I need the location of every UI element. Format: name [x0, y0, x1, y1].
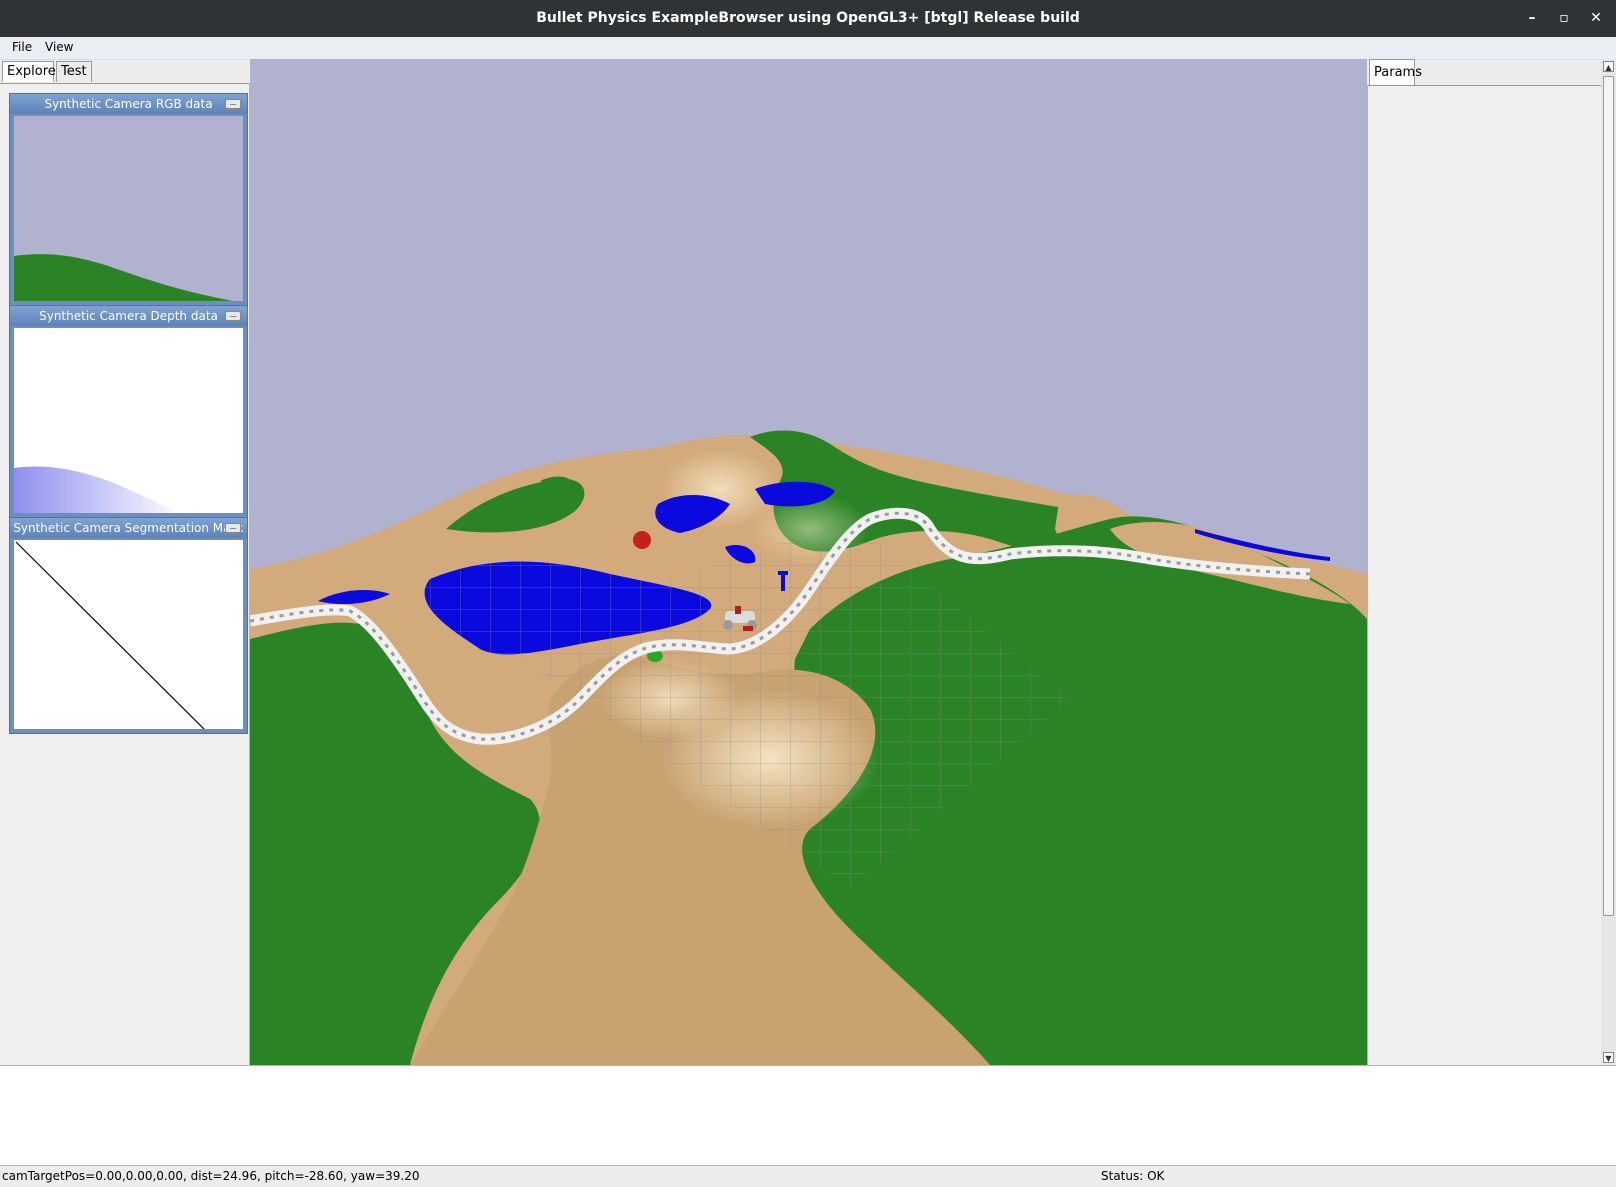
- camera-segmentation-window[interactable]: Synthetic Camera Segmentation Mask —: [9, 517, 248, 734]
- 3d-viewport[interactable]: [250, 59, 1367, 1065]
- minimize-button[interactable]: –: [1521, 8, 1543, 28]
- scroll-up-button[interactable]: ▲: [1603, 61, 1614, 72]
- params-panel: [1367, 85, 1601, 1066]
- menu-view[interactable]: View: [45, 40, 73, 54]
- camera-segmentation-image: [14, 540, 243, 729]
- camera-depth-image: [14, 328, 243, 513]
- camera-rgb-image: [14, 116, 243, 301]
- tab-params[interactable]: Params: [1369, 59, 1422, 86]
- maximize-button[interactable]: ▫: [1553, 8, 1575, 28]
- close-button[interactable]: ✕: [1585, 8, 1607, 28]
- window-title: Bullet Physics ExampleBrowser using Open…: [536, 10, 1080, 26]
- camera-info: camTargetPos=0.00,0.00,0.00, dist=24.96,…: [2, 1169, 420, 1183]
- camera-segmentation-collapse-button[interactable]: —: [225, 523, 241, 533]
- tab-explorer[interactable]: Explorer: [2, 61, 61, 82]
- camera-depth-collapse-button[interactable]: —: [225, 311, 241, 321]
- tab-test[interactable]: Test: [56, 61, 92, 82]
- camera-segmentation-title[interactable]: Synthetic Camera Segmentation Mask: [10, 518, 247, 538]
- vertical-scrollbar[interactable]: ▲ ▼: [1601, 59, 1616, 1065]
- console-output[interactable]: [0, 1065, 1616, 1166]
- scroll-thumb[interactable]: [1603, 76, 1614, 916]
- status-text: Status: OK: [1101, 1169, 1165, 1183]
- window-title-bar: Bullet Physics ExampleBrowser using Open…: [0, 0, 1616, 37]
- menu-bar: File View: [0, 37, 1616, 60]
- camera-depth-window[interactable]: Synthetic Camera Depth data —: [9, 305, 248, 518]
- camera-rgb-title[interactable]: Synthetic Camera RGB data: [10, 94, 247, 114]
- camera-rgb-collapse-button[interactable]: —: [225, 99, 241, 109]
- menu-file[interactable]: File: [12, 40, 32, 54]
- scroll-down-button[interactable]: ▼: [1603, 1052, 1614, 1063]
- status-bar: camTargetPos=0.00,0.00,0.00, dist=24.96,…: [0, 1165, 1616, 1187]
- camera-depth-title[interactable]: Synthetic Camera Depth data: [10, 306, 247, 326]
- camera-rgb-window[interactable]: Synthetic Camera RGB data —: [9, 93, 248, 306]
